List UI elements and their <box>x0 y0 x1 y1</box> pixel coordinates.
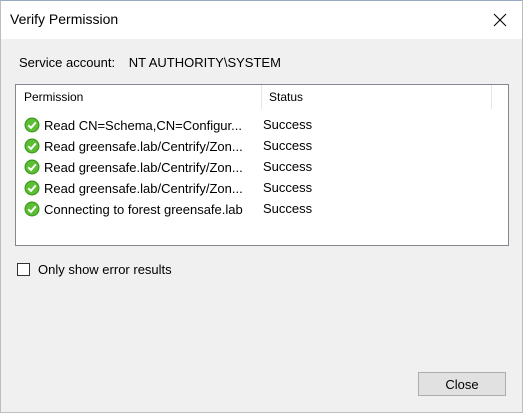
permission-text: Read greensafe.lab/Centrify/Zon... <box>44 138 243 154</box>
permission-text: Read greensafe.lab/Centrify/Zon... <box>44 159 243 175</box>
service-account-row: Service account: NT AUTHORITY\SYSTEM <box>19 55 281 70</box>
success-check-icon <box>24 138 40 154</box>
permission-text: Connecting to forest greensafe.lab <box>44 201 243 217</box>
status-cell: Success <box>263 117 313 132</box>
close-button[interactable]: Close <box>418 372 506 396</box>
column-header-status[interactable]: Status <box>262 85 492 109</box>
permission-cell: Read greensafe.lab/Centrify/Zon... <box>24 180 258 196</box>
close-icon[interactable] <box>478 1 522 39</box>
service-account-label: Service account: <box>19 55 116 70</box>
success-check-icon <box>24 180 40 196</box>
table-row[interactable]: Read greensafe.lab/Centrify/Zon... Succe… <box>16 136 508 157</box>
only-errors-filter[interactable]: Only show error results <box>17 262 172 277</box>
only-errors-label: Only show error results <box>38 262 172 277</box>
only-errors-checkbox[interactable] <box>17 263 30 276</box>
permission-cell: Read greensafe.lab/Centrify/Zon... <box>24 159 258 175</box>
column-header-permission[interactable]: Permission <box>16 85 262 109</box>
table-row[interactable]: Read greensafe.lab/Centrify/Zon... Succe… <box>16 157 508 178</box>
permission-text: Read CN=Schema,CN=Configur... <box>44 117 242 133</box>
list-rows: Read CN=Schema,CN=Configur... Success Re… <box>16 115 508 220</box>
status-cell: Success <box>263 159 313 174</box>
success-check-icon <box>24 159 40 175</box>
permission-cell: Read greensafe.lab/Centrify/Zon... <box>24 138 258 154</box>
verify-permission-dialog: Verify Permission Service account: NT AU… <box>0 0 523 413</box>
permission-cell: Connecting to forest greensafe.lab <box>24 201 258 217</box>
table-row[interactable]: Read greensafe.lab/Centrify/Zon... Succe… <box>16 178 508 199</box>
window-title: Verify Permission <box>10 11 119 27</box>
status-cell: Success <box>263 180 313 195</box>
table-row[interactable]: Read CN=Schema,CN=Configur... Success <box>16 115 508 136</box>
table-row[interactable]: Connecting to forest greensafe.lab Succe… <box>16 199 508 220</box>
permission-cell: Read CN=Schema,CN=Configur... <box>24 117 258 133</box>
status-cell: Success <box>263 201 313 216</box>
success-check-icon <box>24 117 40 133</box>
service-account-value: NT AUTHORITY\SYSTEM <box>128 55 281 70</box>
status-cell: Success <box>263 138 313 153</box>
permission-list[interactable]: Permission Status Read CN=Schema,CN=Conf… <box>15 84 509 246</box>
list-header: Permission Status <box>16 85 508 109</box>
permission-text: Read greensafe.lab/Centrify/Zon... <box>44 180 243 196</box>
title-bar: Verify Permission <box>1 1 522 39</box>
success-check-icon <box>24 201 40 217</box>
